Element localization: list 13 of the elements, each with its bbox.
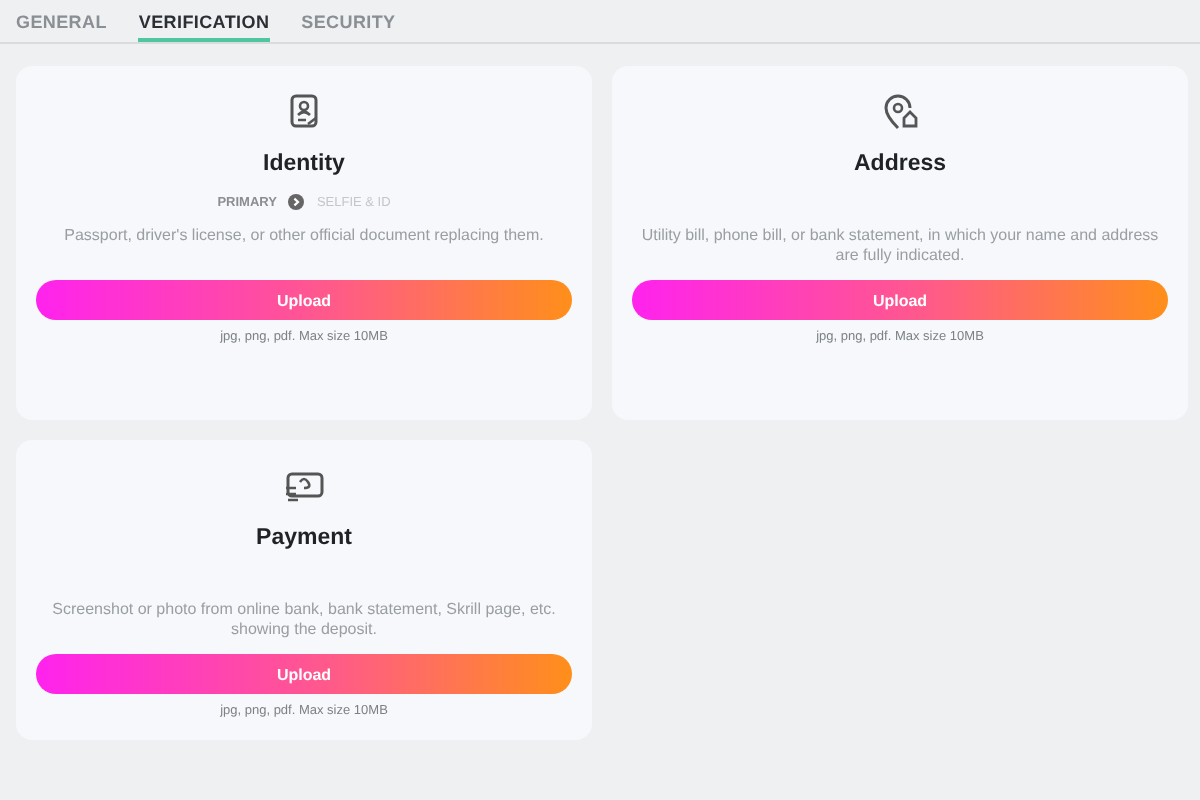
tab[interactable]: VERIFICATION	[138, 0, 270, 42]
card-title: Identity	[263, 152, 345, 176]
upload-button[interactable]: Upload	[36, 654, 572, 694]
card-title: Address	[853, 152, 947, 176]
upload-button[interactable]: Upload	[632, 280, 1168, 320]
card-description: Passport, driver's license, or other official document replacing them.	[64, 226, 544, 248]
card-title: Payment	[256, 526, 352, 550]
card-description: Screenshot or photo from online bank, bank statement, Skrill page, etc. showing the deposit.	[50, 600, 558, 640]
upload-button[interactable]: Upload	[36, 280, 572, 320]
tab[interactable]: GENERAL	[16, 0, 123, 42]
card-description: Utility bill, phone bill, or bank statement, in which your name and address are fully indicated.	[639, 226, 1161, 266]
tab[interactable]: SECURITY	[301, 0, 412, 42]
chevron-circle-icon	[288, 194, 305, 210]
